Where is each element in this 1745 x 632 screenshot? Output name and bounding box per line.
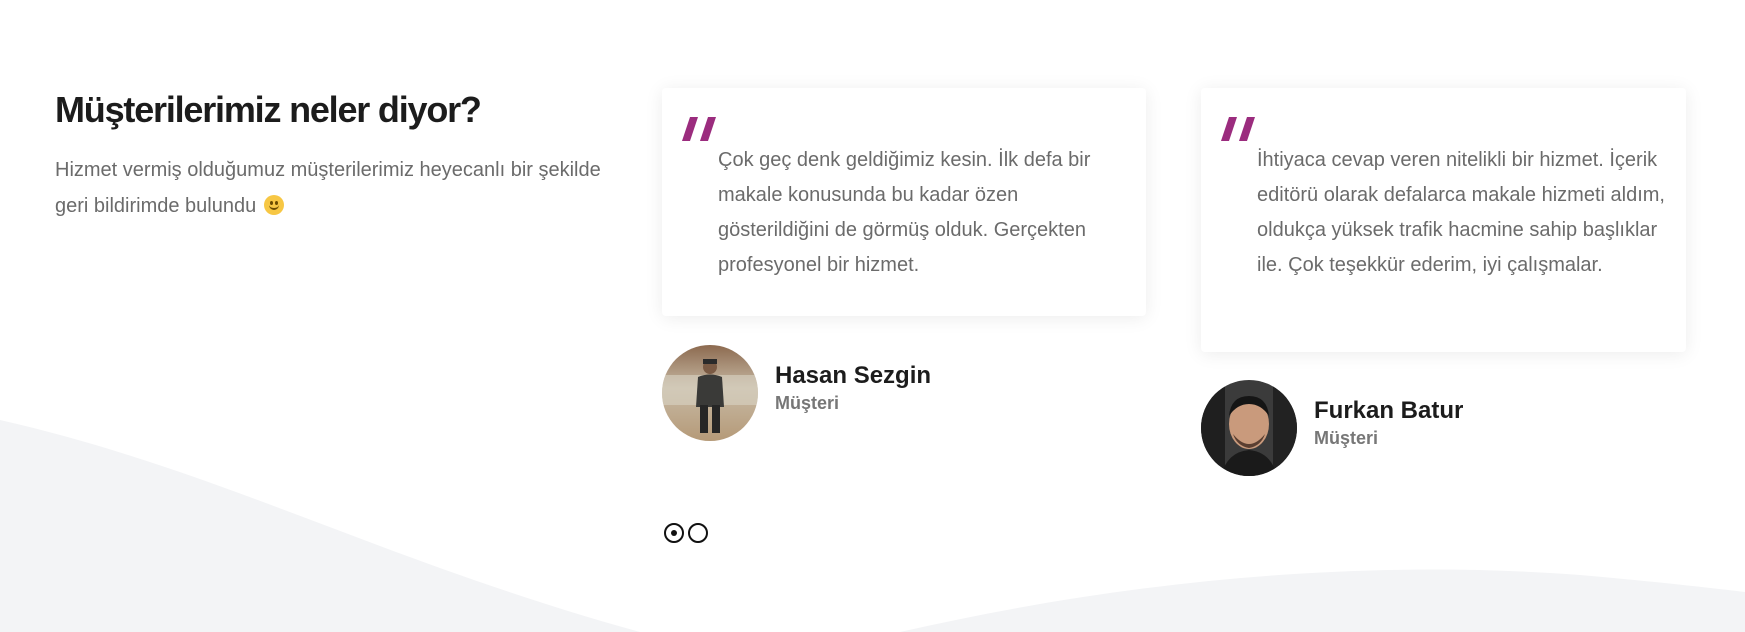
section-description: Hizmet vermiş olduğumuz müşterilerimiz h…	[55, 152, 615, 224]
quote-mark-icon	[682, 117, 716, 141]
carousel-pagination	[664, 523, 708, 543]
author-info: Hasan Sezgin Müşteri	[775, 361, 931, 415]
testimonial-author: Furkan Batur Müşteri	[1201, 380, 1463, 476]
author-name: Hasan Sezgin	[775, 362, 932, 389]
quote-mark-icon	[1221, 117, 1255, 141]
carousel-dot-2[interactable]	[688, 523, 708, 543]
author-info: Furkan Batur Müşteri	[1314, 396, 1463, 450]
testimonial-author: Hasan Sezgin Müşteri	[662, 345, 931, 441]
avatar	[1201, 380, 1297, 476]
testimonial-text: İhtiyaca cevap veren nitelikli bir hizme…	[1257, 149, 1665, 276]
section-description-text: Hizmet vermiş olduğumuz müşterilerimiz h…	[55, 159, 601, 217]
author-name: Furkan Batur	[1314, 397, 1464, 424]
carousel-dot-1[interactable]	[664, 523, 684, 543]
smiling-face-icon	[263, 195, 284, 215]
avatar	[662, 345, 758, 441]
section-intro: Müşterilerimiz neler diyor? Hizmet vermi…	[55, 88, 615, 224]
author-role: Müşteri	[1314, 428, 1379, 448]
testimonial-card: Çok geç denk geldiğimiz kesin. İlk defa …	[662, 88, 1146, 316]
section-title: Müşterilerimiz neler diyor?	[55, 89, 482, 130]
author-role: Müşteri	[775, 393, 840, 413]
testimonial-text: Çok geç denk geldiğimiz kesin. İlk defa …	[718, 149, 1091, 276]
testimonial-card: İhtiyaca cevap veren nitelikli bir hizme…	[1201, 88, 1686, 352]
